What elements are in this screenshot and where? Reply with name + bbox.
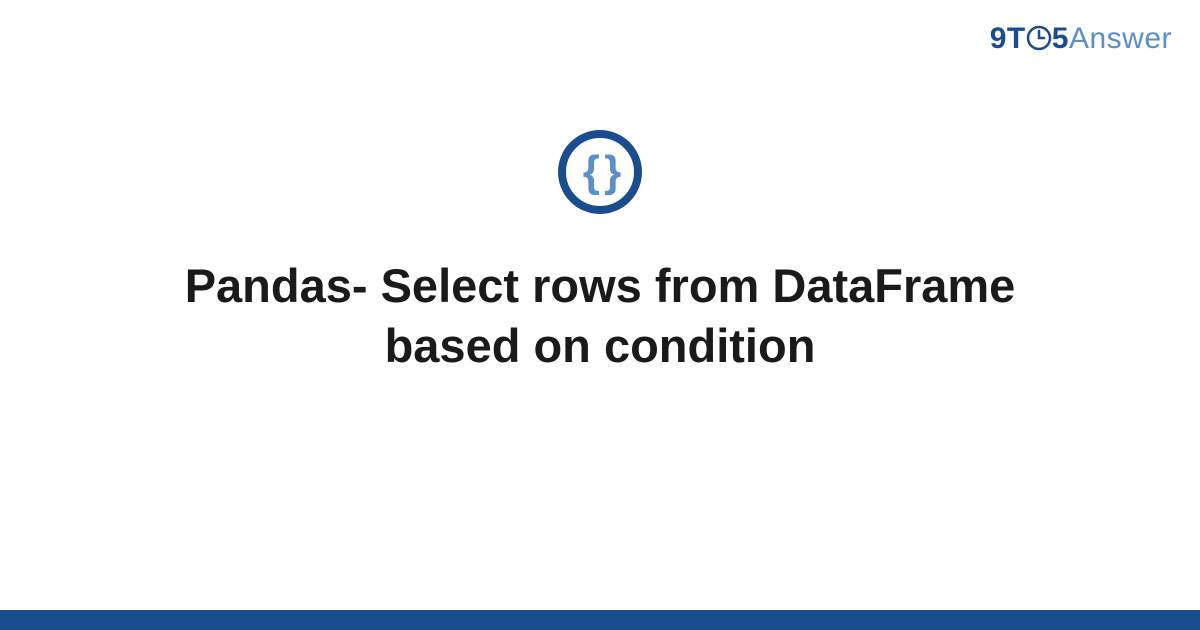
main-content: { } Pandas- Select rows from DataFrame b… xyxy=(0,130,1200,376)
site-logo: 9T 5Answer xyxy=(990,22,1172,56)
clock-icon xyxy=(1026,25,1052,51)
logo-text-answer: Answer xyxy=(1069,22,1172,55)
code-braces-icon: { } xyxy=(558,130,642,214)
logo-text-5: 5 xyxy=(1052,22,1069,55)
logo-text-9t: 9T xyxy=(990,22,1026,55)
braces-glyph: { } xyxy=(583,150,617,194)
footer-bar xyxy=(0,610,1200,630)
page-title: Pandas- Select rows from DataFrame based… xyxy=(150,256,1050,376)
